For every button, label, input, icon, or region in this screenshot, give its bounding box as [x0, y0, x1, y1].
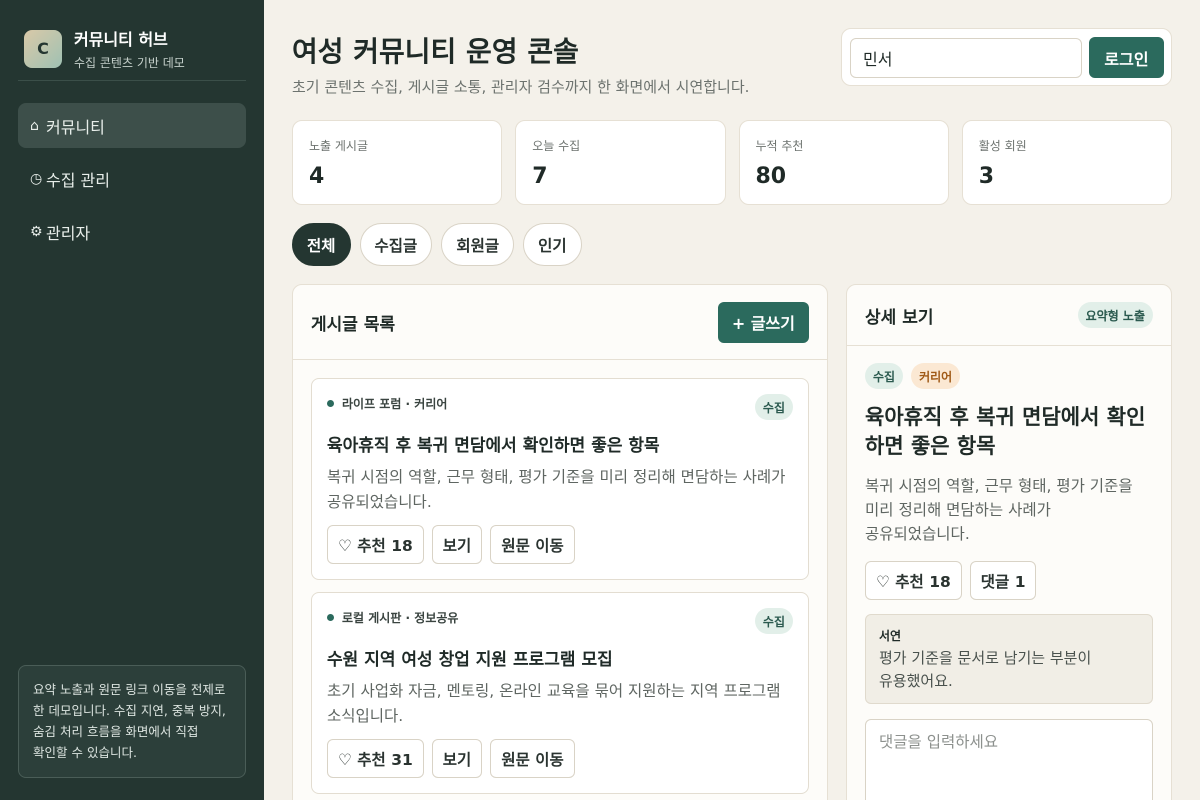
- brand[interactable]: C 커뮤니티 허브 수집 콘텐츠 기반 데모: [24, 26, 185, 71]
- list-item[interactable]: 로컬 게시판 · 정보공유 수집 수원 지역 여성 창업 지원 프로그램 모집 …: [311, 592, 809, 794]
- post-list-panel: 게시글 목록 + 글쓰기 라이프 포럼 · 커리어 수집 육아휴직 후 복귀 면…: [292, 284, 828, 800]
- open-original-button[interactable]: 원문 이동: [490, 525, 575, 564]
- filter-collected[interactable]: 수집글: [359, 223, 433, 266]
- open-original-button[interactable]: 원문 이동: [490, 739, 575, 778]
- comment-text: 평가 기준을 문서로 남기는 부분이 유용했어요.: [879, 649, 1092, 690]
- stat-label: 활성 회원: [978, 139, 1027, 153]
- post-meta: 라이프 포럼 · 커리어: [327, 395, 447, 412]
- filter-member[interactable]: 회원글: [441, 223, 515, 266]
- like-button[interactable]: ♡ 추천 31: [327, 739, 424, 778]
- stat-card-members: 활성 회원 3: [961, 120, 1172, 205]
- detail-title: 상세 보기: [865, 307, 934, 328]
- filter-popular[interactable]: 인기: [523, 223, 582, 266]
- detail-description: 복귀 시점의 역할, 근무 형태, 평가 기준을 미리 정리해 면담하는 사례가…: [865, 477, 1133, 543]
- comment-author: 서연: [879, 629, 902, 643]
- stats-row: 노출 게시글 4 오늘 수집 7 누적 추천 80 활성 회원 3: [292, 120, 1172, 205]
- home-icon: ⌂: [30, 117, 39, 134]
- comments-button[interactable]: 댓글 1: [969, 561, 1037, 600]
- detail-post-title: 육아휴직 후 복귀 면담에서 확인하면 좋은 항목: [865, 405, 1146, 458]
- stat-value: 80: [755, 164, 787, 189]
- post-actions: ♡ 추천 18 보기 원문 이동: [327, 525, 575, 564]
- sidebar-nav: ⌂ 커뮤니티 ◷ 수집 관리 ⚙ 관리자: [18, 103, 246, 262]
- sidebar-item-community[interactable]: ⌂ 커뮤니티: [18, 103, 246, 148]
- display-mode-badge: 요약형 노출: [1077, 302, 1153, 328]
- login-box: 로그인: [841, 28, 1172, 86]
- sidebar-divider: [18, 80, 246, 81]
- stat-value: 4: [309, 164, 325, 189]
- write-post-button[interactable]: + 글쓰기: [717, 301, 809, 343]
- stat-label: 오늘 수집: [532, 139, 581, 153]
- post-meta: 로컬 게시판 · 정보공유: [327, 609, 458, 626]
- detail-like-button[interactable]: ♡ 추천 18: [865, 561, 962, 600]
- post-source: 로컬 게시판 · 정보공유: [342, 611, 459, 625]
- comment-item: 서연 평가 기준을 문서로 남기는 부분이 유용했어요.: [865, 614, 1153, 704]
- status-dot-icon: [327, 614, 334, 621]
- sidebar-note: 요약 노출과 원문 링크 이동을 전제로 한 데모입니다. 수집 지연, 중복 …: [18, 665, 246, 778]
- sidebar-item-label: 커뮤니티: [46, 117, 105, 137]
- filter-chips: 전체 수집글 회원글 인기: [292, 223, 582, 266]
- view-button[interactable]: 보기: [431, 525, 483, 564]
- stat-card-posts: 노출 게시글 4: [292, 120, 503, 205]
- stat-value: 7: [532, 164, 548, 189]
- sidebar-item-admin[interactable]: ⚙ 관리자: [18, 209, 246, 254]
- category-tag-badge: 커리어: [911, 363, 961, 389]
- page-title: 여성 커뮤니티 운영 콘솔: [292, 35, 579, 68]
- list-item[interactable]: 라이프 포럼 · 커리어 수집 육아휴직 후 복귀 면담에서 확인하면 좋은 항…: [311, 378, 809, 580]
- gear-icon: ⚙: [30, 223, 43, 240]
- sidebar-item-collection[interactable]: ◷ 수집 관리: [18, 156, 246, 201]
- post-list-header: 게시글 목록 + 글쓰기: [293, 285, 827, 360]
- comment-input[interactable]: [865, 719, 1153, 800]
- login-button[interactable]: 로그인: [1089, 37, 1164, 78]
- post-description: 복귀 시점의 역할, 근무 형태, 평가 기준을 미리 정리해 면담하는 사례가…: [327, 468, 786, 511]
- post-source: 라이프 포럼 · 커리어: [342, 397, 448, 411]
- like-button[interactable]: ♡ 추천 18: [327, 525, 424, 564]
- sidebar-item-label: 관리자: [46, 223, 91, 243]
- detail-header: 상세 보기 요약형 노출: [847, 285, 1171, 346]
- stat-value: 3: [978, 164, 995, 189]
- username-input[interactable]: [850, 38, 1082, 78]
- post-list-title: 게시글 목록: [311, 314, 396, 335]
- post-tag-badge: 수집: [754, 394, 793, 420]
- brand-subtitle: 수집 콘텐츠 기반 데모: [74, 56, 185, 70]
- stat-card-likes: 누적 추천 80: [738, 120, 949, 205]
- stat-label: 누적 추천: [755, 139, 804, 153]
- clock-icon: ◷: [30, 170, 43, 187]
- post-description: 초기 사업화 자금, 멘토링, 온라인 교육을 묶어 지원하는 지역 프로그램 …: [327, 682, 781, 725]
- page-subtitle: 초기 콘텐츠 수집, 게시글 소통, 관리자 검수까지 한 화면에서 시연합니다…: [292, 78, 750, 96]
- stat-card-today: 오늘 수집 7: [515, 120, 726, 205]
- detail-actions: ♡ 추천 18 댓글 1: [865, 561, 1037, 600]
- detail-panel: 상세 보기 요약형 노출 수집 커리어 육아휴직 후 복귀 면담에서 확인하면 …: [846, 284, 1172, 800]
- sidebar: C 커뮤니티 허브 수집 콘텐츠 기반 데모 ⌂ 커뮤니티 ◷ 수집 관리 ⚙ …: [0, 0, 264, 800]
- post-actions: ♡ 추천 31 보기 원문 이동: [327, 739, 575, 778]
- detail-tags: 수집 커리어: [865, 363, 961, 389]
- status-dot-icon: [327, 400, 334, 407]
- filter-all[interactable]: 전체: [292, 223, 351, 266]
- post-title[interactable]: 육아휴직 후 복귀 면담에서 확인하면 좋은 항목: [327, 431, 660, 456]
- brand-logo: C: [24, 29, 62, 68]
- brand-text: 커뮤니티 허브 수집 콘텐츠 기반 데모: [74, 26, 185, 71]
- post-tag-badge: 수집: [754, 608, 793, 634]
- source-tag-badge: 수집: [865, 363, 904, 389]
- sidebar-item-label: 수집 관리: [46, 170, 110, 190]
- view-button[interactable]: 보기: [431, 739, 483, 778]
- brand-title: 커뮤니티 허브: [74, 30, 168, 49]
- post-title[interactable]: 수원 지역 여성 창업 지원 프로그램 모집: [327, 645, 613, 670]
- stat-label: 노출 게시글: [309, 139, 369, 153]
